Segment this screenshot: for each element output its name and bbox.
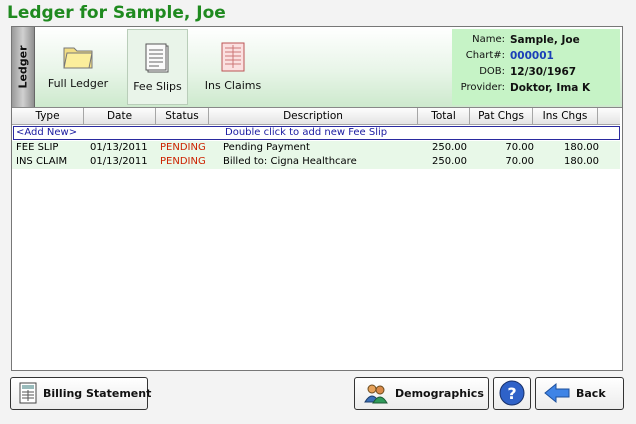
col-pat-chgs[interactable]: Pat Chgs	[470, 108, 533, 125]
add-new-hint: Double click to add new Fee Slip	[225, 127, 388, 138]
provider-label: Provider:	[460, 82, 505, 93]
back-label: Back	[576, 387, 606, 400]
chart-label: Chart#:	[465, 50, 505, 61]
col-status[interactable]: Status	[156, 108, 209, 125]
table-row[interactable]: INS CLAIM 01/13/2011 PENDING Billed to: …	[12, 155, 620, 169]
row-status: PENDING	[160, 142, 206, 153]
row-total: 250.00	[432, 142, 467, 153]
back-arrow-icon	[544, 382, 570, 404]
col-filler	[598, 108, 620, 125]
row-date: 01/13/2011	[90, 156, 148, 167]
toolbar: Ledger Full Ledger Fee Slips Ins Claims …	[12, 27, 622, 108]
claim-form-icon	[221, 42, 245, 72]
name-label: Name:	[472, 34, 505, 45]
row-description: Billed to: Cigna Healthcare	[223, 156, 357, 167]
grid-header: Type Date Status Description Total Pat C…	[12, 108, 620, 125]
col-total[interactable]: Total	[418, 108, 470, 125]
add-new-row[interactable]: <Add New> Double click to add new Fee Sl…	[13, 126, 620, 140]
ledger-panel: Ledger Full Ledger Fee Slips Ins Claims …	[11, 26, 623, 371]
row-description: Pending Payment	[223, 142, 310, 153]
demographics-label: Demographics	[395, 387, 484, 400]
help-glyph: ?	[507, 384, 516, 403]
back-button[interactable]: Back	[535, 377, 624, 410]
ledger-side-tab[interactable]: Ledger	[12, 27, 35, 107]
ins-claims-button[interactable]: Ins Claims	[198, 29, 268, 103]
help-button[interactable]: ?	[493, 377, 531, 410]
dob-label: DOB:	[479, 66, 505, 77]
row-type: INS CLAIM	[16, 156, 68, 167]
folder-icon	[63, 47, 93, 69]
full-ledger-label: Full Ledger	[47, 77, 109, 90]
provider-name: Doktor, Ima K	[510, 82, 591, 94]
table-row[interactable]: FEE SLIP 01/13/2011 PENDING Pending Paym…	[12, 141, 620, 155]
patient-dob: 12/30/1967	[510, 66, 577, 78]
help-icon: ?	[499, 380, 525, 406]
chart-number: 000001	[510, 50, 554, 62]
patient-info-box: Name: Sample, Joe Chart#: 000001 DOB: 12…	[452, 29, 620, 105]
fee-slips-button[interactable]: Fee Slips	[127, 29, 188, 105]
row-status: PENDING	[160, 156, 206, 167]
row-pat-chgs: 70.00	[505, 156, 534, 167]
billing-statement-button[interactable]: Billing Statement	[10, 377, 152, 410]
row-total: 250.00	[432, 156, 467, 167]
add-new-label: <Add New>	[16, 127, 78, 138]
row-ins-chgs: 180.00	[564, 156, 599, 167]
ins-claims-label: Ins Claims	[204, 79, 262, 92]
billing-statement-label: Billing Statement	[43, 387, 152, 400]
col-date[interactable]: Date	[84, 108, 156, 125]
full-ledger-button[interactable]: Full Ledger	[42, 29, 114, 103]
ledger-side-tab-label: Ledger	[16, 45, 30, 89]
col-description[interactable]: Description	[209, 108, 418, 125]
demographics-button[interactable]: Demographics	[354, 377, 489, 410]
row-type: FEE SLIP	[16, 142, 59, 153]
col-ins-chgs[interactable]: Ins Chgs	[533, 108, 598, 125]
patient-name: Sample, Joe	[510, 34, 580, 46]
fee-slip-icon	[145, 43, 168, 73]
row-ins-chgs: 180.00	[564, 142, 599, 153]
row-pat-chgs: 70.00	[505, 142, 534, 153]
fee-slips-label: Fee Slips	[133, 80, 182, 93]
fee-slip-grid[interactable]: Type Date Status Description Total Pat C…	[12, 108, 622, 370]
page-title: Ledger for Sample, Joe	[7, 3, 226, 23]
row-date: 01/13/2011	[90, 142, 148, 153]
people-icon	[364, 384, 388, 404]
col-type[interactable]: Type	[12, 108, 84, 125]
billing-statement-icon	[19, 382, 37, 404]
